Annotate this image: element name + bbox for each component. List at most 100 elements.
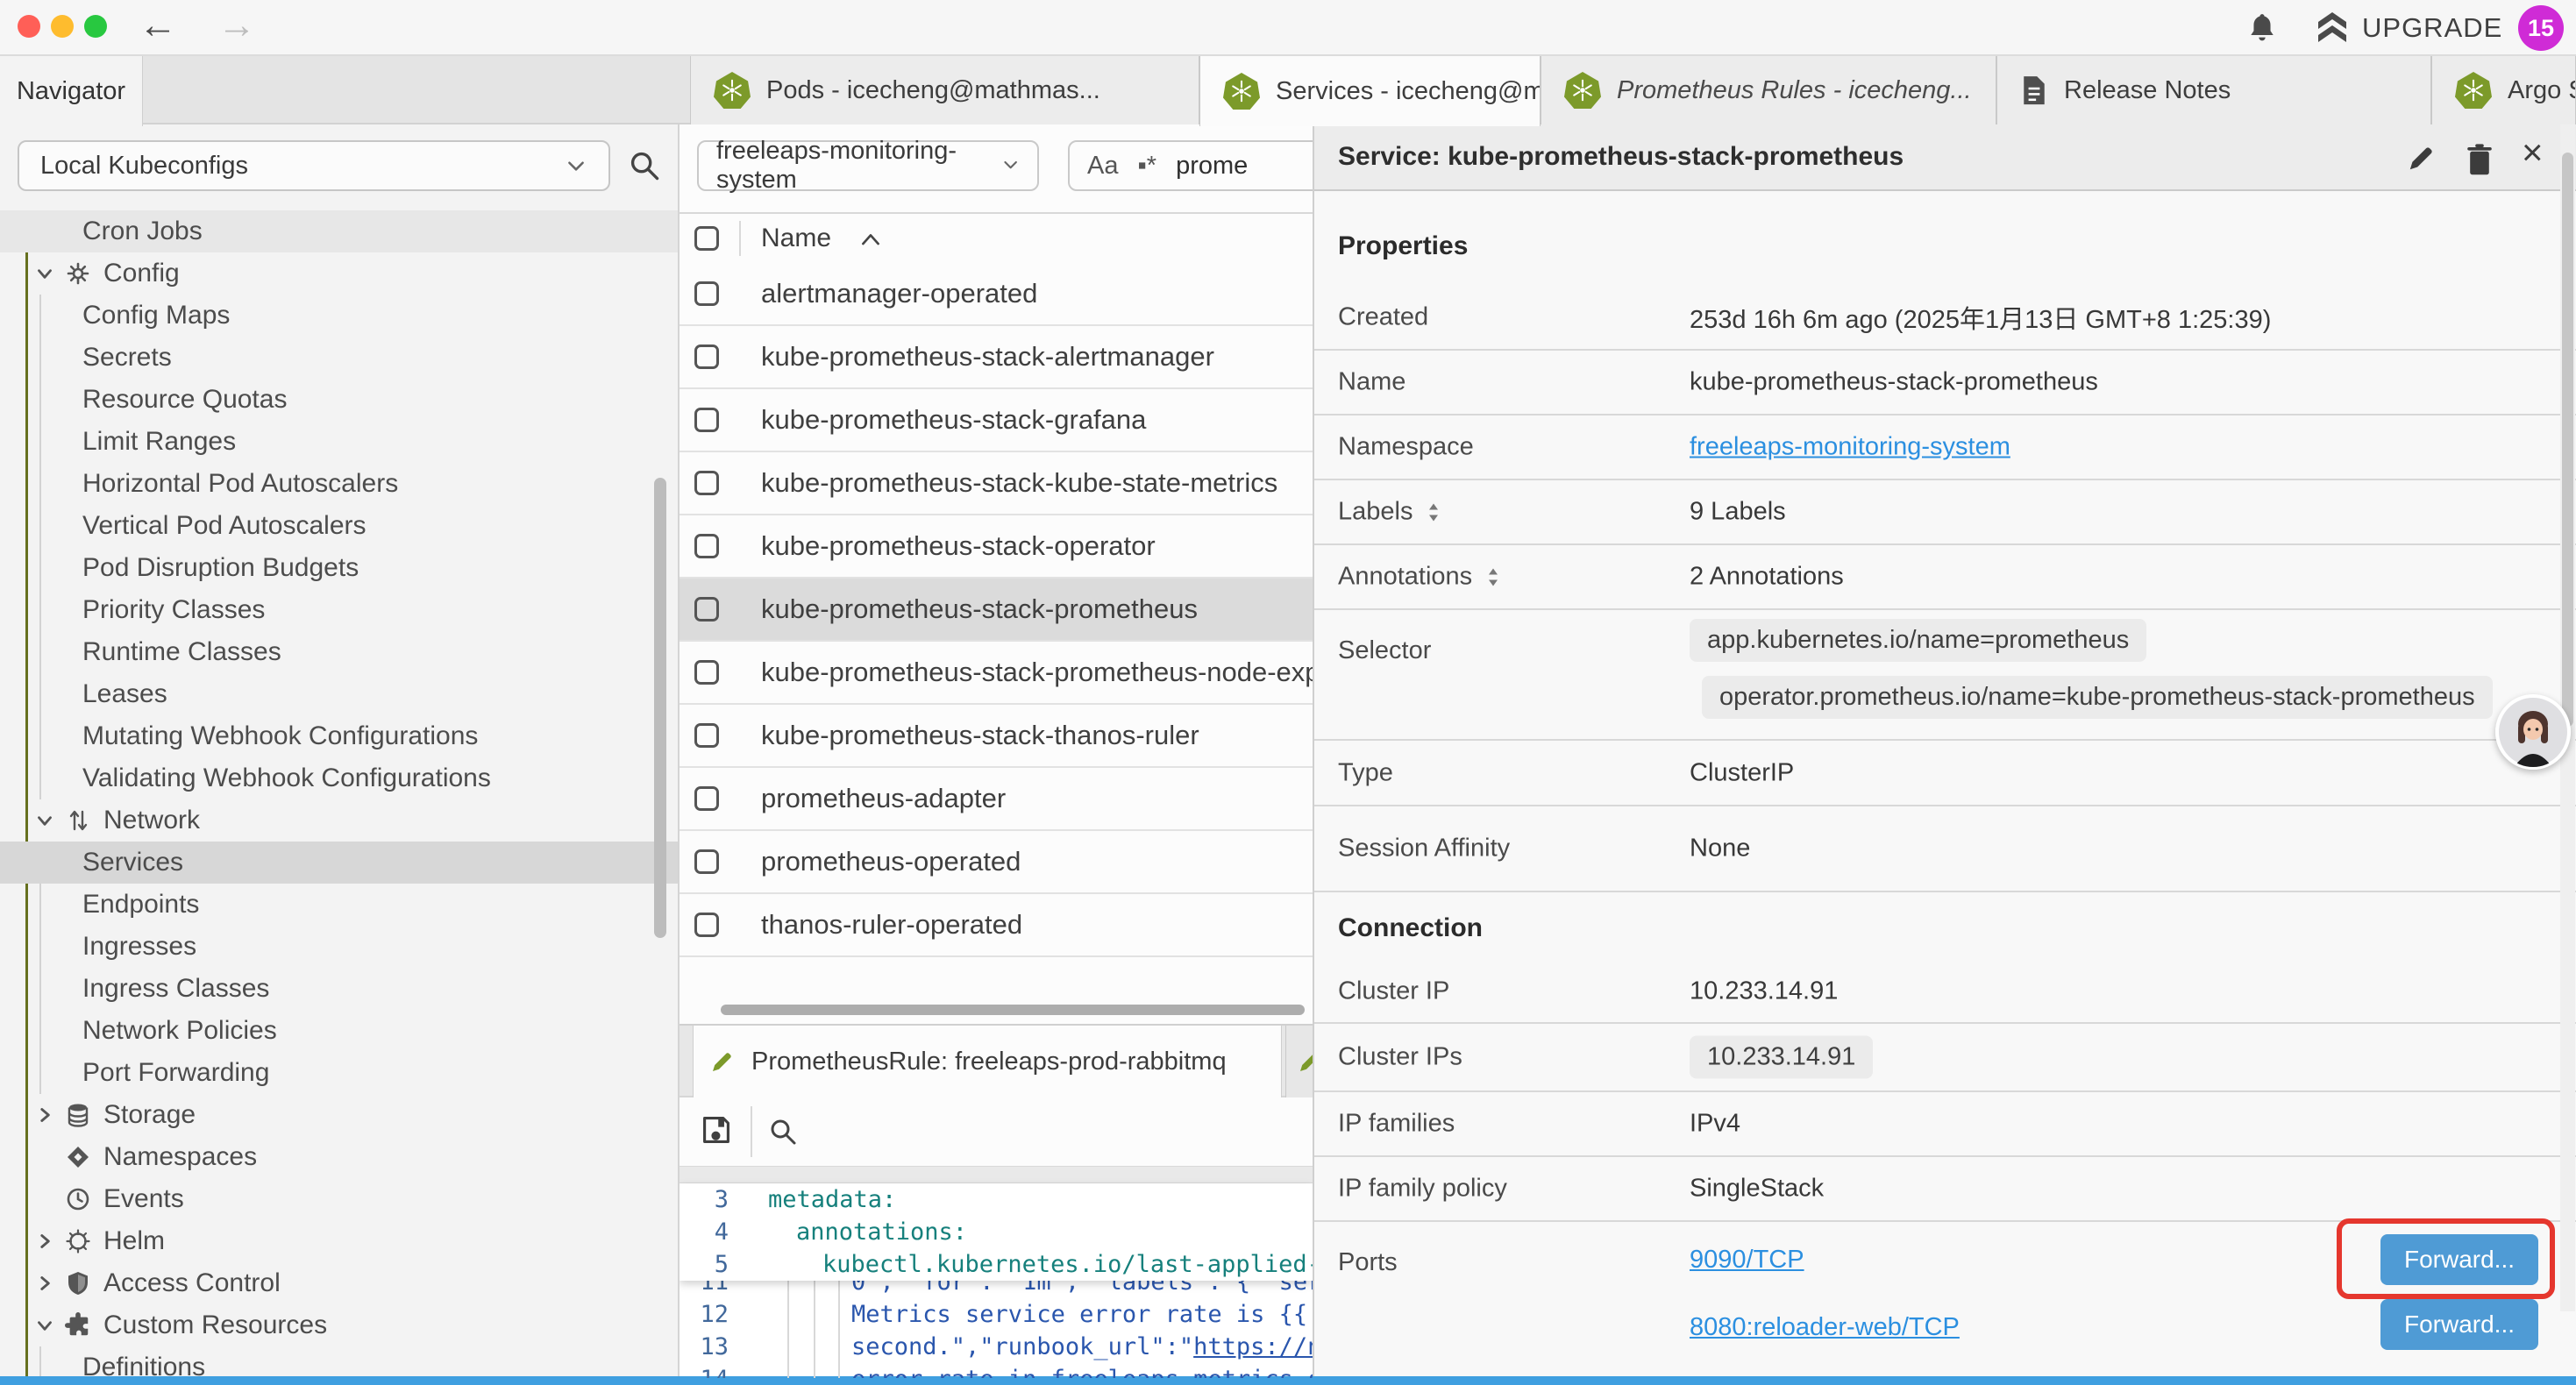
regex-toggle[interactable]: ▪* [1137,152,1156,181]
tab-navigator[interactable]: Navigator [0,56,143,126]
sidebar-item-vertical-pod-autoscalers[interactable]: Vertical Pod Autoscalers [0,505,680,547]
tab-services-icecheng-math[interactable]: Services - icecheng@math...× [1199,56,1541,126]
sidebar-item-limit-ranges[interactable]: Limit Ranges [0,421,680,463]
kubeconfig-selector[interactable]: Local Kubeconfigs [18,140,610,191]
sidebar-item-ingresses[interactable]: Ingresses [0,926,680,968]
row-checkbox[interactable] [694,660,719,685]
detail-scrollbar[interactable] [2562,153,2573,727]
horizontal-scrollbar[interactable] [721,1005,1305,1015]
row-checkbox[interactable] [694,534,719,558]
sidebar-item-leases[interactable]: Leases [0,673,680,715]
forward-button[interactable]: → [217,4,256,47]
sidebar-item-runtime-classes[interactable]: Runtime Classes [0,631,680,673]
sidebar-item-ingress-classes[interactable]: Ingress Classes [0,968,680,1010]
sidebar-item-secrets[interactable]: Secrets [0,337,680,379]
traffic-light-maximize[interactable] [84,15,107,38]
clock-icon [65,1186,91,1212]
row-checkbox[interactable] [694,281,719,306]
table-row-kube-prometheus-stack-prometheus[interactable]: kube-prometheus-stack-prometheus [680,579,1313,642]
sort-updown-icon[interactable] [1484,565,1502,588]
search-icon[interactable] [628,149,661,182]
row-checkbox[interactable] [694,786,719,811]
name-column-header[interactable]: Name [761,224,831,253]
kubernetes-icon [1564,72,1601,109]
tab-next-editor-partial[interactable] [1285,1026,1313,1097]
table-row-thanos-ruler-operated[interactable]: thanos-ruler-operated [680,894,1313,957]
upgrade-button[interactable]: UPGRADE [2316,11,2502,46]
port-link[interactable]: 8080:reloader-web/TCP [1690,1313,1960,1341]
filter-input[interactable]: Aa ▪* prome [1068,140,1313,191]
sidebar-item-config[interactable]: Config [0,252,680,295]
sidebar-item-priority-classes[interactable]: Priority Classes [0,589,680,631]
sidebar-scrollbar[interactable] [654,478,666,938]
back-button[interactable]: ← [139,4,177,47]
sidebar-item-port-forwarding[interactable]: Port Forwarding [0,1052,680,1094]
table-row-kube-prometheus-stack-prometheus-node-ex[interactable]: kube-prometheus-stack-prometheus-node-ex… [680,642,1313,705]
tab-prometheusrule-editor[interactable]: PrometheusRule: freeleaps-prod-rabbitmq [693,1026,1282,1097]
forward-button[interactable]: Forward... [2380,1299,2538,1350]
sidebar-item-horizontal-pod-autoscalers[interactable]: Horizontal Pod Autoscalers [0,463,680,505]
sidebar-item-network[interactable]: Network [0,799,680,842]
save-icon[interactable] [700,1113,733,1147]
port-link[interactable]: 9090/TCP [1690,1246,1804,1274]
sidebar-item-storage[interactable]: Storage [0,1094,680,1136]
namespace-link[interactable]: freeleaps-monitoring-system [1690,433,2010,461]
sidebar-item-access-control[interactable]: Access Control [0,1262,680,1304]
sidebar-item-definitions[interactable]: Definitions [0,1346,680,1378]
delete-trash-icon[interactable] [2464,142,2495,174]
update-count-badge[interactable]: 15 [2518,5,2564,51]
chevron-right-icon[interactable] [33,1230,56,1253]
sidebar-item-resource-quotas[interactable]: Resource Quotas [0,379,680,421]
sidebar-item-mutating-webhook-configurations[interactable]: Mutating Webhook Configurations [0,715,680,757]
row-checkbox[interactable] [694,471,719,495]
row-checkbox[interactable] [694,344,719,369]
notifications-bell-icon[interactable] [2246,11,2278,43]
table-row-kube-prometheus-stack-operator[interactable]: kube-prometheus-stack-operator [680,515,1313,579]
sidebar-item-network-policies[interactable]: Network Policies [0,1010,680,1052]
yaml-editor[interactable]: 3metadata:4annotations:5kubectl.kubernet… [680,1183,1313,1378]
chevron-right-icon[interactable] [33,1104,56,1126]
user-avatar[interactable] [2495,694,2571,770]
sort-updown-icon[interactable] [1425,501,1442,523]
tab-prometheus-rules-icecheng[interactable]: Prometheus Rules - icecheng... [1541,56,1996,124]
sidebar-item-endpoints[interactable]: Endpoints [0,884,680,926]
tab-argo-se[interactable]: Argo Se [2431,56,2576,124]
chevron-down-icon[interactable] [33,809,56,832]
row-checkbox[interactable] [694,913,719,937]
table-row-kube-prometheus-stack-alertmanager[interactable]: kube-prometheus-stack-alertmanager [680,326,1313,389]
table-row-prometheus-adapter[interactable]: prometheus-adapter [680,768,1313,831]
chevron-down-icon[interactable] [33,262,56,285]
table-row-kube-prometheus-stack-thanos-ruler[interactable]: kube-prometheus-stack-thanos-ruler [680,705,1313,768]
table-row-alertmanager-operated[interactable]: alertmanager-operated [680,263,1313,326]
sort-ascending-icon[interactable] [859,231,882,247]
table-row-kube-prometheus-stack-kube-state-metrics[interactable]: kube-prometheus-stack-kube-state-metrics [680,452,1313,515]
properties-section-heading: Properties [1314,191,2576,285]
tab-release-notes[interactable]: Release Notes [1996,56,2431,124]
traffic-light-close[interactable] [18,15,40,38]
editor-search-icon[interactable] [768,1117,798,1147]
sidebar-item-helm[interactable]: Helm [0,1220,680,1262]
row-checkbox[interactable] [694,597,719,621]
chevron-down-icon[interactable] [33,1314,56,1337]
row-checkbox[interactable] [694,408,719,432]
tab-pods-icecheng-mathmas[interactable]: Pods - icecheng@mathmas... [690,56,1199,124]
sidebar-item-namespaces[interactable]: Namespaces [0,1136,680,1178]
sidebar-item-validating-webhook-configurations[interactable]: Validating Webhook Configurations [0,757,680,799]
edit-icon[interactable] [2406,142,2437,174]
sidebar-item-custom-resources[interactable]: Custom Resources [0,1304,680,1346]
sidebar-item-config-maps[interactable]: Config Maps [0,295,680,337]
sidebar-item-events[interactable]: Events [0,1178,680,1220]
row-checkbox[interactable] [694,723,719,748]
table-row-kube-prometheus-stack-grafana[interactable]: kube-prometheus-stack-grafana [680,389,1313,452]
select-all-checkbox[interactable] [694,226,719,251]
table-row-prometheus-operated[interactable]: prometheus-operated [680,831,1313,894]
namespace-selector[interactable]: freeleaps-monitoring-system [697,140,1039,191]
sidebar-item-pod-disruption-budgets[interactable]: Pod Disruption Budgets [0,547,680,589]
traffic-light-minimize[interactable] [51,15,74,38]
sidebar-item-services[interactable]: Services [0,842,680,884]
row-checkbox[interactable] [694,849,719,874]
sidebar-item-cron-jobs[interactable]: Cron Jobs [0,210,680,252]
chevron-right-icon[interactable] [33,1272,56,1295]
match-case-toggle[interactable]: Aa [1087,152,1118,181]
close-icon[interactable]: × [2522,131,2544,174]
